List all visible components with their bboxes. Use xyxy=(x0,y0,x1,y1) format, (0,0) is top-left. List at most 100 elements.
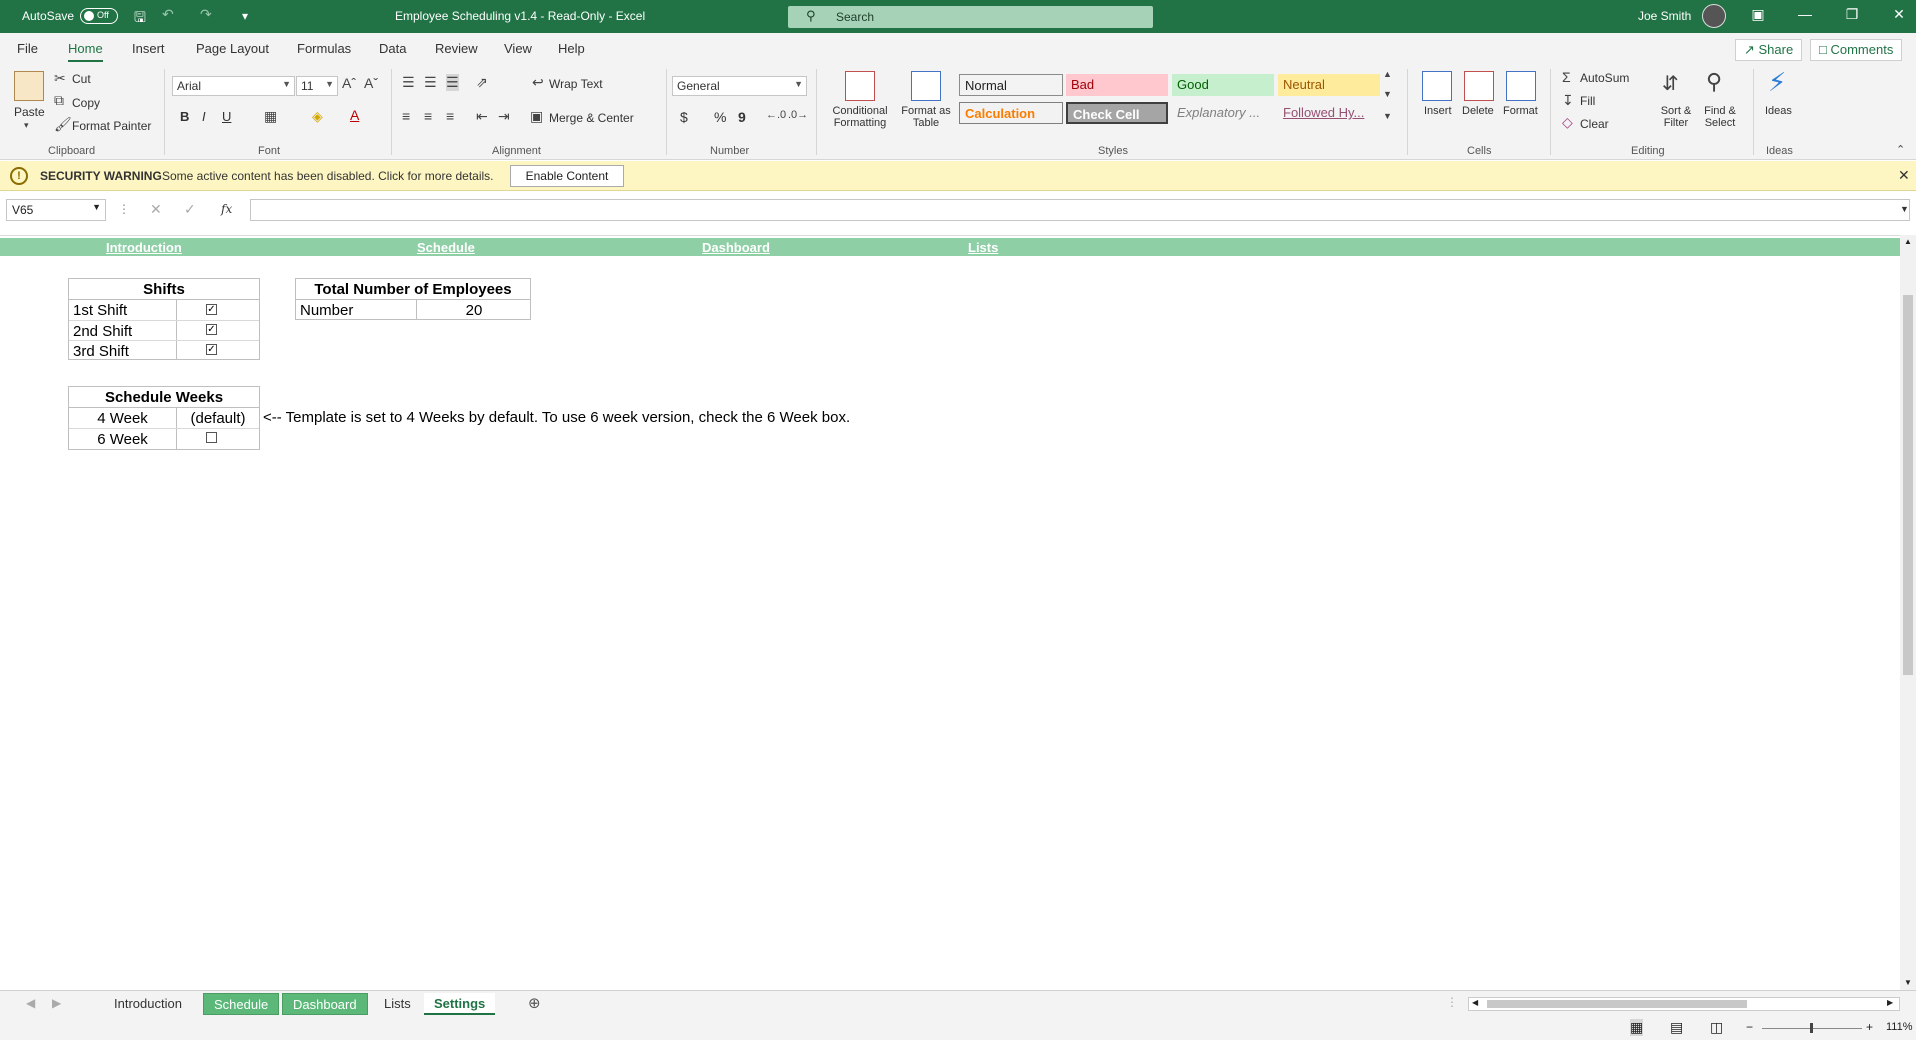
cancel-icon[interactable]: ✕ xyxy=(150,201,162,218)
format-cells-label[interactable]: Format xyxy=(1503,105,1538,117)
tab-review[interactable]: Review xyxy=(435,41,478,56)
copy-label[interactable]: Copy xyxy=(72,96,100,110)
clear-label[interactable]: Clear xyxy=(1580,117,1609,131)
decrease-indent-icon[interactable]: ⇤ xyxy=(476,108,488,125)
autosum-icon[interactable]: Σ xyxy=(1562,69,1571,85)
zoom-level[interactable]: 111% xyxy=(1886,1021,1913,1033)
cut-label[interactable]: Cut xyxy=(72,72,91,86)
next-sheet-icon[interactable]: ▶ xyxy=(52,996,61,1010)
undo-icon[interactable]: ↶ xyxy=(162,6,174,23)
close-icon[interactable]: ✕ xyxy=(1898,167,1910,184)
delete-cells-label[interactable]: Delete xyxy=(1462,105,1494,117)
merge-center-label[interactable]: Merge & Center xyxy=(549,111,634,125)
style-good[interactable]: Good xyxy=(1172,74,1274,96)
format-as-table-label[interactable]: Format as Table xyxy=(900,105,952,129)
zoom-slider-thumb[interactable] xyxy=(1810,1023,1813,1033)
align-center-icon[interactable]: ≡ xyxy=(424,108,432,124)
more-options-icon[interactable]: ⋮ xyxy=(1446,995,1458,1009)
format-painter-label[interactable]: Format Painter xyxy=(72,119,151,133)
normal-view-icon[interactable]: ▦ xyxy=(1630,1019,1644,1036)
fill-icon[interactable]: ↧ xyxy=(1562,92,1574,109)
tab-view[interactable]: View xyxy=(504,41,532,56)
close-icon[interactable]: ✕ xyxy=(1889,6,1909,23)
align-middle-icon[interactable]: ☰ xyxy=(424,74,437,91)
vertical-scrollbar[interactable]: ▲ ▼ xyxy=(1900,235,1916,990)
nav-link-schedule[interactable]: Schedule xyxy=(417,240,475,255)
autosave-toggle[interactable]: Off xyxy=(80,8,118,24)
insert-cells-label[interactable]: Insert xyxy=(1424,105,1452,117)
comments-button[interactable]: □ Comments xyxy=(1810,39,1903,61)
italic-button[interactable]: I xyxy=(202,109,206,124)
nav-link-introduction[interactable]: Introduction xyxy=(106,240,182,255)
scroll-right-icon[interactable]: ▶ xyxy=(1887,998,1893,1007)
tab-page-layout[interactable]: Page Layout xyxy=(196,41,269,56)
style-check-cell[interactable]: Check Cell xyxy=(1066,102,1168,124)
horizontal-scroll-thumb[interactable] xyxy=(1487,1000,1747,1008)
collapse-ribbon-icon[interactable]: ⌃ xyxy=(1896,143,1905,156)
nav-link-lists[interactable]: Lists xyxy=(968,240,998,255)
sort-filter-label[interactable]: Sort & Filter xyxy=(1656,105,1696,129)
increase-decimal-icon[interactable]: ←.0 xyxy=(766,109,786,121)
sheet-tab-settings[interactable]: Settings xyxy=(424,993,496,1015)
styles-scroll-down-icon[interactable]: ▼ xyxy=(1383,89,1392,99)
currency-button[interactable]: $ xyxy=(680,109,688,125)
wrap-text-label[interactable]: Wrap Text xyxy=(549,77,603,91)
fill-color-icon[interactable]: ◈ xyxy=(312,108,323,125)
copy-icon[interactable]: ⧉ xyxy=(54,92,64,109)
horizontal-scrollbar[interactable]: ◀ ▶ xyxy=(1468,997,1900,1011)
vertical-scroll-thumb[interactable] xyxy=(1903,295,1913,675)
style-normal[interactable]: Normal xyxy=(959,74,1063,96)
align-top-icon[interactable]: ☰ xyxy=(402,74,415,91)
styles-more-icon[interactable]: ▼ xyxy=(1383,111,1392,121)
shift-1-checkbox[interactable]: ✓ xyxy=(206,304,217,315)
borders-icon[interactable]: ▦ xyxy=(264,108,277,125)
sheet-tab-introduction[interactable]: Introduction xyxy=(104,993,192,1015)
paste-icon[interactable] xyxy=(14,71,44,101)
eraser-icon[interactable]: ◇ xyxy=(1562,114,1573,131)
shift-3-checkbox[interactable]: ✓ xyxy=(206,344,217,355)
share-button[interactable]: ↗ Share xyxy=(1735,39,1803,61)
cut-icon[interactable]: ✂ xyxy=(54,70,66,87)
enable-content-button[interactable]: Enable Content xyxy=(510,165,624,187)
format-painter-icon[interactable]: 🖌 xyxy=(54,116,72,133)
sheet-tab-dashboard[interactable]: Dashboard xyxy=(282,993,368,1015)
name-box[interactable]: V65 ▼ xyxy=(6,199,106,221)
fill-label[interactable]: Fill xyxy=(1580,94,1595,108)
tab-data[interactable]: Data xyxy=(379,41,406,56)
underline-button[interactable]: U xyxy=(222,109,231,124)
more-options-icon[interactable]: ⋮ xyxy=(118,202,130,216)
tab-insert[interactable]: Insert xyxy=(132,41,165,56)
sort-filter-icon[interactable]: ⇵ xyxy=(1662,71,1679,96)
tab-home[interactable]: Home xyxy=(68,41,103,62)
number-format-combo[interactable]: General ▼ xyxy=(672,76,807,96)
sheet-tab-lists[interactable]: Lists xyxy=(374,993,421,1015)
enter-icon[interactable]: ✓ xyxy=(184,201,196,218)
prev-sheet-icon[interactable]: ◀ xyxy=(26,996,35,1010)
decrease-font-icon[interactable]: Aˇ xyxy=(364,75,378,91)
font-name-combo[interactable]: Arial ▼ xyxy=(172,76,295,96)
customize-toolbar-icon[interactable]: ▾ xyxy=(242,9,248,23)
user-name[interactable]: Joe Smith xyxy=(1638,9,1691,23)
expand-formula-icon[interactable]: ▼ xyxy=(1900,204,1909,214)
style-bad[interactable]: Bad xyxy=(1066,74,1168,96)
tab-formulas[interactable]: Formulas xyxy=(297,41,351,56)
save-icon[interactable]: 🖫 xyxy=(134,7,146,31)
find-select-icon[interactable]: ⚲ xyxy=(1706,69,1722,95)
autosum-label[interactable]: AutoSum xyxy=(1580,71,1629,85)
increase-indent-icon[interactable]: ⇥ xyxy=(498,108,510,125)
restore-icon[interactable]: ❐ xyxy=(1842,6,1862,23)
worksheet-grid[interactable]: Introduction Schedule Dashboard Lists Sh… xyxy=(0,235,1900,990)
ribbon-display-icon[interactable]: ▣ xyxy=(1748,6,1768,23)
tab-help[interactable]: Help xyxy=(558,41,585,56)
delete-cells-icon[interactable] xyxy=(1464,71,1494,101)
insert-cells-icon[interactable] xyxy=(1422,71,1452,101)
page-break-view-icon[interactable]: ◫ xyxy=(1710,1019,1723,1036)
decrease-decimal-icon[interactable]: .0→ xyxy=(788,109,808,121)
align-right-icon[interactable]: ≡ xyxy=(446,108,454,124)
percent-button[interactable]: % xyxy=(714,109,726,125)
scroll-down-icon[interactable]: ▼ xyxy=(1904,978,1912,987)
formula-input[interactable] xyxy=(250,199,1910,221)
paste-dropdown-icon[interactable]: ▾ xyxy=(24,120,29,131)
scroll-up-icon[interactable]: ▲ xyxy=(1904,237,1912,246)
ideas-label[interactable]: Ideas xyxy=(1765,105,1792,117)
